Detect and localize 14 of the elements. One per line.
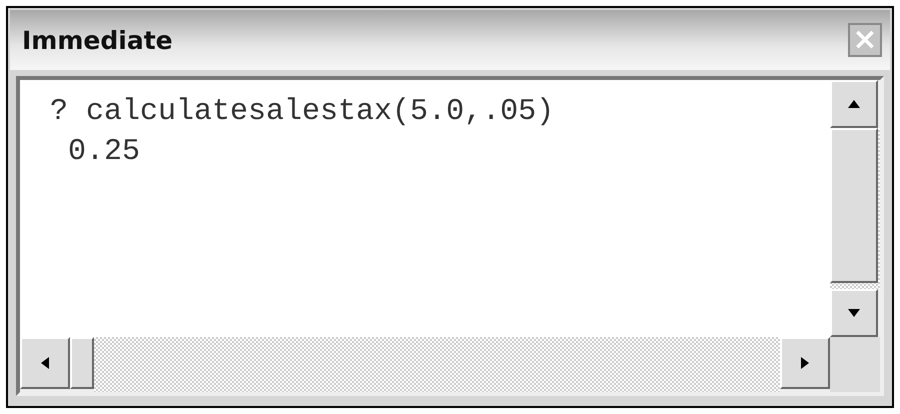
scroll-down-button[interactable] [830,289,878,337]
code-line: ? calculatesalestax(5.0,.05) [50,94,556,131]
close-button[interactable]: × [848,23,882,57]
window-title: Immediate [22,26,173,54]
down-arrow-icon [848,309,860,317]
right-arrow-icon [801,357,809,369]
scroll-up-button[interactable] [830,80,878,128]
up-arrow-icon [848,100,860,108]
size-grip [830,337,880,392]
scroll-left-button[interactable] [20,337,70,389]
left-arrow-icon [41,357,49,369]
scrollbar-thumb[interactable] [70,337,94,389]
code-line: 0.25 [67,134,142,171]
scroll-right-button[interactable] [780,337,830,389]
